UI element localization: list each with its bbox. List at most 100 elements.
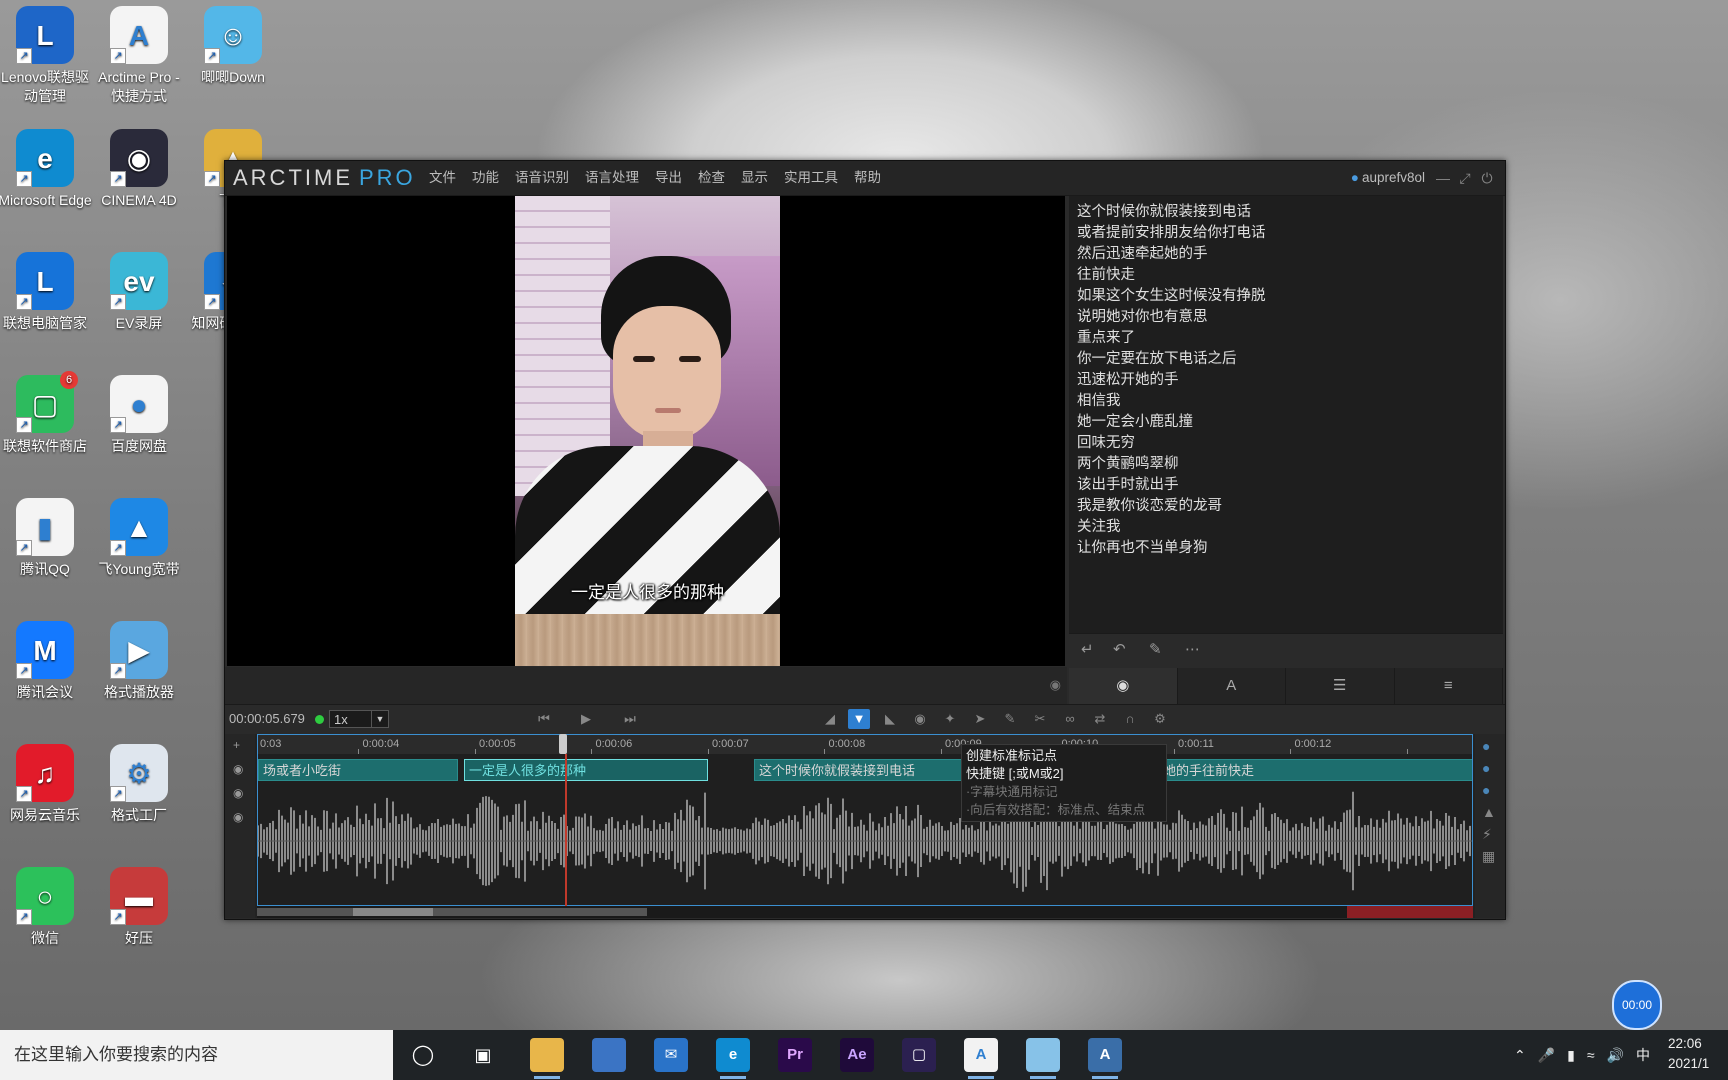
edge-icon[interactable]: e: [716, 1038, 750, 1079]
desktop-icon[interactable]: ▲ ↗ 飞Young宽带: [92, 492, 186, 579]
menu-export[interactable]: 导出: [647, 161, 690, 195]
menu-help[interactable]: 帮助: [846, 161, 889, 195]
transcript-line[interactable]: 两个黄鹂鸣翠柳: [1069, 454, 1503, 475]
mail-icon[interactable]: ✉: [654, 1038, 688, 1072]
link-icon[interactable]: ∞: [1059, 709, 1081, 729]
media-encoder-icon[interactable]: ▢: [902, 1038, 936, 1072]
menu-function[interactable]: 功能: [464, 161, 507, 195]
desktop-icon[interactable]: ● ↗ 百度网盘: [92, 369, 186, 456]
timeline[interactable]: + ◉ ◉ ◉ 0:03 0:00:04 0:00:05 0:00:06 0:00:07…: [225, 734, 1505, 918]
track-visibility-icon[interactable]: ◉: [233, 762, 243, 776]
video-preview[interactable]: 一定是人很多的那种: [227, 196, 1065, 666]
desktop-icon[interactable]: ▶ ↗ 格式播放器: [92, 615, 186, 702]
audio-waveform[interactable]: [258, 786, 1473, 896]
transcript-line[interactable]: 该出手时就出手: [1069, 475, 1503, 496]
mark-start-icon[interactable]: ◢: [819, 709, 841, 729]
desktop-icon[interactable]: M ↗ 腾讯会议: [0, 615, 92, 702]
subtitle-block[interactable]: 场或者小吃街: [258, 759, 458, 781]
bolt-icon[interactable]: ⚡: [1482, 826, 1492, 843]
volume-icon[interactable]: 🔊: [1607, 1047, 1624, 1064]
transcript-line[interactable]: 关注我: [1069, 517, 1503, 538]
transcript-line[interactable]: 我是教你谈恋爱的龙哥: [1069, 496, 1503, 517]
speed-select[interactable]: 1x ▼: [329, 710, 389, 728]
user-account[interactable]: ● auprefv8ol: [1351, 161, 1425, 195]
undo-icon[interactable]: ↶: [1113, 640, 1126, 658]
zoom-icon[interactable]: ●: [1482, 782, 1490, 798]
transcript-line[interactable]: 然后迅速牵起她的手: [1069, 244, 1503, 265]
desktop-icon[interactable]: ◉ ↗ CINEMA 4D: [92, 123, 186, 210]
camera-icon[interactable]: ◉: [909, 709, 931, 729]
desktop-icon[interactable]: L ↗ Lenovo联想驱动管理: [0, 0, 92, 106]
create-marker-icon[interactable]: ▼: [848, 709, 870, 729]
transcript-line[interactable]: 让你再也不当单身狗: [1069, 538, 1503, 559]
edit-icon[interactable]: ✎: [999, 709, 1021, 729]
chevron-up-icon[interactable]: ⌃: [1514, 1047, 1526, 1064]
gear-icon[interactable]: ⚙: [1149, 709, 1171, 729]
premiere-icon[interactable]: Pr: [778, 1038, 812, 1072]
add-track-icon[interactable]: +: [233, 738, 240, 752]
desktop-icon[interactable]: A ↗ Arctime Pro - 快捷方式: [92, 0, 186, 106]
track-visibility-icon[interactable]: ◉: [233, 810, 243, 824]
menu-speech-recognition[interactable]: 语音识别: [507, 161, 577, 195]
cortana-icon[interactable]: ◯: [406, 1038, 440, 1072]
swap-icon[interactable]: ⇄: [1089, 709, 1111, 729]
task-view-icon[interactable]: ▣: [466, 1038, 500, 1072]
arctime-pro-icon[interactable]: A: [1088, 1038, 1122, 1079]
desktop-icon[interactable]: ♫ ↗ 网易云音乐: [0, 738, 92, 825]
transcript-line[interactable]: 说明她对你也有意思: [1069, 307, 1503, 328]
desktop-icon[interactable]: ▬ ↗ 好压: [92, 861, 186, 948]
power-icon[interactable]: ⏻: [1477, 161, 1497, 195]
ime-indicator[interactable]: 中: [1636, 1045, 1650, 1065]
clock[interactable]: 22:06 2021/1: [1668, 1034, 1728, 1074]
track-visibility-icon[interactable]: ◉: [233, 786, 243, 800]
desktop-icon[interactable]: ⚙ ↗ 格式工厂: [92, 738, 186, 825]
transcript-line[interactable]: 重点来了: [1069, 328, 1503, 349]
mark-end-icon[interactable]: ◣: [879, 709, 901, 729]
subtitle-track[interactable]: 场或者小吃街 一定是人很多的那种 这个时候你就假装接到电话 然后迅速牵起她的手往…: [257, 754, 1473, 906]
eye-icon[interactable]: ◉: [1050, 677, 1061, 693]
desktop-icon[interactable]: e ↗ Microsoft Edge: [0, 123, 92, 210]
store-icon[interactable]: [592, 1038, 626, 1072]
grid-icon[interactable]: ▦: [1482, 848, 1495, 865]
desktop-icon[interactable]: ▢ ↗ 6 联想软件商店: [0, 369, 92, 456]
transcript-line[interactable]: 这个时候你就假装接到电话: [1069, 202, 1503, 223]
subtitle-block-selected[interactable]: 一定是人很多的那种: [464, 759, 708, 781]
transcript-line[interactable]: 往前快走: [1069, 265, 1503, 286]
transcript-panel[interactable]: 这个时候你就假装接到电话 或者提前安排朋友给你打电话 然后迅速牵起她的手 往前快走 如果…: [1069, 196, 1503, 638]
tab-style-icon[interactable]: A: [1178, 668, 1286, 704]
magnet-icon[interactable]: ∩: [1119, 709, 1141, 729]
tab-settings-icon[interactable]: ≡: [1395, 668, 1503, 704]
microphone-icon[interactable]: 🎤: [1538, 1047, 1555, 1064]
battery-icon[interactable]: ▮: [1567, 1047, 1575, 1064]
menu-language-processing[interactable]: 语言处理: [577, 161, 647, 195]
minimize-icon[interactable]: —: [1433, 161, 1453, 195]
pencil-icon[interactable]: ✎: [1149, 640, 1162, 658]
magic-wand-icon[interactable]: ✦: [939, 709, 961, 729]
recording-timer[interactable]: 00:00: [1612, 980, 1662, 1030]
desktop-icon[interactable]: ☺ ↗ 唧唧Down: [186, 0, 280, 87]
pointer-icon[interactable]: ➤: [969, 709, 991, 729]
time-ruler[interactable]: 0:03 0:00:04 0:00:05 0:00:06 0:00:07 0:00:08 0…: [257, 734, 1473, 754]
previous-icon[interactable]: ⏮: [533, 709, 555, 729]
desktop-icon[interactable]: ev ↗ EV录屏: [92, 246, 186, 333]
menu-tools[interactable]: 实用工具: [776, 161, 846, 195]
transcript-line[interactable]: 迅速松开她的手: [1069, 370, 1503, 391]
search-input[interactable]: 在这里输入你要搜索的内容: [0, 1030, 393, 1080]
transcript-line[interactable]: 回味无穷: [1069, 433, 1503, 454]
transcript-line[interactable]: 如果这个女生这时候没有挣脱: [1069, 286, 1503, 307]
tab-list-icon[interactable]: ☰: [1286, 668, 1395, 704]
zoom-icon[interactable]: ●: [1482, 738, 1490, 754]
transcript-line[interactable]: 她一定会小鹿乱撞: [1069, 412, 1503, 433]
play-icon[interactable]: ▶: [575, 709, 597, 729]
zoom-icon[interactable]: ●: [1482, 760, 1490, 776]
menu-display[interactable]: 显示: [733, 161, 776, 195]
playhead-handle[interactable]: [559, 734, 567, 754]
wifi-icon[interactable]: ≈: [1587, 1047, 1595, 1063]
desktop-icon[interactable]: ○ ↗ 微信: [0, 861, 92, 948]
chart-icon[interactable]: ▲: [1482, 804, 1496, 820]
timeline-scrollbar[interactable]: [257, 906, 1473, 918]
notes-icon[interactable]: [1026, 1038, 1060, 1079]
more-icon[interactable]: ⋯: [1185, 640, 1200, 658]
transcript-line[interactable]: 或者提前安排朋友给你打电话: [1069, 223, 1503, 244]
next-icon[interactable]: ⏭: [619, 709, 641, 729]
